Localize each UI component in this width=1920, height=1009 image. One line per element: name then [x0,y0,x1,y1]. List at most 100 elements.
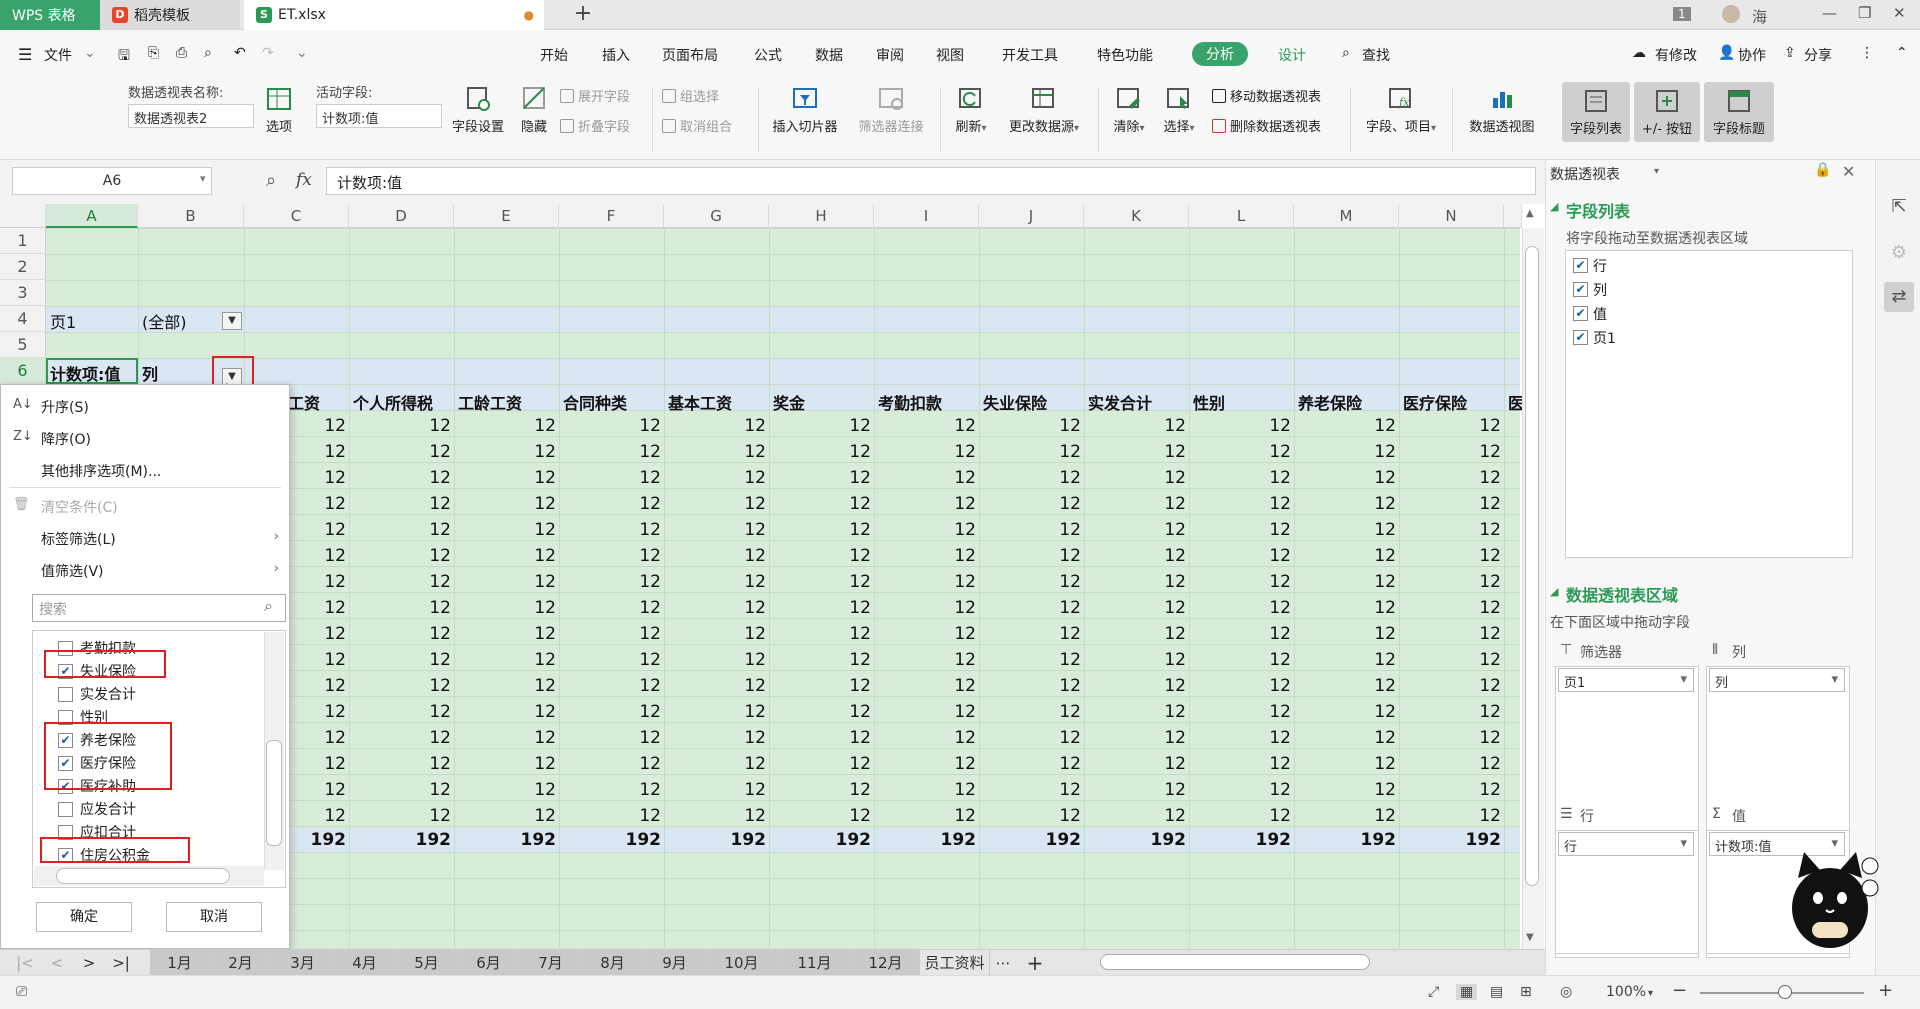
formula-input[interactable]: 计数项:值 [326,167,1536,195]
pivot-total-cell[interactable]: 192 [1001,830,1082,850]
filter-item-label[interactable]: 应发合计 [80,799,136,819]
pivot-cell[interactable]: 12 [791,624,871,644]
sheet-tab[interactable]: 6月 [458,950,520,976]
sheet-tab[interactable]: 员工资料 [920,950,990,976]
pivot-cell[interactable]: 12 [686,780,766,800]
pivot-cell[interactable]: 12 [1316,676,1396,696]
pivot-cell[interactable]: 12 [1316,520,1396,540]
pivot-cell[interactable]: 12 [896,676,976,696]
pivot-cell[interactable]: 12 [476,676,556,696]
column-header[interactable]: F [559,204,664,228]
list-scroll-thumb[interactable] [266,740,282,846]
pivot-cell[interactable]: 12 [1001,442,1081,462]
column-header[interactable]: K [1084,204,1189,228]
customize-toolbar-icon[interactable]: ⌄ [296,45,308,61]
pivot-total-cell[interactable]: 192 [686,830,767,850]
pivot-total-cell[interactable]: 192 [581,830,662,850]
pivot-cell[interactable]: 12 [896,780,976,800]
pivot-cell[interactable]: 12 [1106,442,1186,462]
pivot-cell[interactable]: 12 [1001,650,1081,670]
normal-view-icon[interactable]: ▦ [1456,984,1478,1000]
pivot-cell[interactable]: 12 [1211,676,1291,696]
menu-view[interactable]: 视图 [936,45,964,65]
menu-data[interactable]: 数据 [815,45,843,65]
column-header[interactable]: M [1294,204,1399,228]
pivot-cell[interactable]: 12 [581,676,661,696]
pivot-column-header[interactable]: 基本工资 [668,390,732,414]
ungroup-button[interactable]: 取消组合 [662,116,732,135]
pivot-cell[interactable]: 12 [791,572,871,592]
pivot-cell[interactable]: 12 [581,598,661,618]
pivot-cell[interactable]: 12 [1421,494,1501,514]
collapse-section-icon[interactable]: ◢ [1550,200,1558,213]
more-sheets-icon[interactable]: ⋯ [992,950,1014,976]
pivot-cell[interactable]: 12 [686,468,766,488]
filter-connect-button[interactable]: 筛选器连接 [852,86,930,135]
pivot-cell[interactable]: 12 [1421,416,1501,436]
pivot-cell[interactable]: 12 [1211,780,1291,800]
pivot-cell[interactable]: 12 [1421,598,1501,618]
pivot-cell[interactable]: 12 [686,806,766,826]
close-icon[interactable]: ✕ [1893,4,1906,22]
pivot-column-header[interactable]: 工龄工资 [458,390,522,414]
pivot-cell[interactable]: 12 [896,806,976,826]
pivot-cell[interactable]: 12 [896,624,976,644]
pivot-cell[interactable]: 12 [476,702,556,722]
pivot-cell[interactable]: 12 [1316,494,1396,514]
pivot-cell[interactable]: 12 [1421,442,1501,462]
pivot-cell[interactable]: 12 [791,806,871,826]
pivot-cell[interactable]: 12 [476,546,556,566]
pivot-cell[interactable]: 12 [686,650,766,670]
pivot-cell[interactable]: 12 [686,546,766,566]
zoom-out-icon[interactable]: − [1672,980,1687,1001]
filter-item-checkbox[interactable] [58,802,73,817]
row-header[interactable]: 1 [0,228,46,254]
pivot-cell[interactable]: 12 [371,624,451,644]
pivot-column-header[interactable]: 工资 [288,390,320,414]
pivot-cell[interactable]: 12 [1421,546,1501,566]
modified-status[interactable]: 有修改 [1655,45,1697,65]
refresh-button[interactable]: 刷新▾ [948,86,994,135]
pivot-cell[interactable]: 12 [1001,598,1081,618]
search-icon[interactable]: ⌕ [1342,45,1350,61]
pivot-cell[interactable]: 12 [1316,416,1396,436]
field-item-label[interactable]: 值 [1593,304,1607,324]
pivot-cell[interactable]: 12 [371,468,451,488]
pivot-total-cell[interactable]: 192 [1421,830,1502,850]
pivot-cell[interactable]: 12 [1001,754,1081,774]
row-header[interactable]: 5 [0,332,46,358]
pivot-cell[interactable]: 12 [371,754,451,774]
sheet-tab[interactable]: 3月 [272,950,334,976]
pivot-cell[interactable]: 12 [1106,624,1186,644]
pivot-cell[interactable]: 12 [1421,650,1501,670]
tab-template[interactable]: D 稻壳模板 [100,0,240,30]
pivot-cell[interactable]: 12 [1211,494,1291,514]
pivot-cell[interactable]: 12 [1211,468,1291,488]
pivot-cell[interactable]: 12 [1421,468,1501,488]
pivot-cell[interactable]: 12 [371,494,451,514]
last-sheet-icon[interactable]: >| [108,950,134,976]
pivot-cell[interactable]: 12 [896,650,976,670]
page-field-label[interactable]: 页1 [50,309,76,333]
field-checkbox[interactable]: ✔ [1573,306,1588,321]
pivot-column-header[interactable]: 失业保险 [983,390,1047,414]
redo-icon[interactable]: ↷ [262,45,274,61]
pivot-cell[interactable]: 12 [371,598,451,618]
search-icon[interactable]: ⌕ [264,596,273,616]
pivot-column-header[interactable]: 养老保险 [1298,390,1362,414]
pivot-cell[interactable]: 12 [476,598,556,618]
select-all-corner[interactable] [0,204,46,228]
move-pt-button[interactable]: 移动数据透视表 [1212,86,1321,105]
pivot-column-header[interactable]: 实发合计 [1088,390,1152,414]
pivot-cell[interactable]: 12 [896,754,976,774]
pivot-cell[interactable]: 12 [791,754,871,774]
tab-file[interactable]: S ET.xlsx ● [244,0,544,30]
pivot-cell[interactable]: 12 [1001,702,1081,722]
field-item-label[interactable]: 行 [1593,256,1607,276]
sheet-tab[interactable]: 4月 [334,950,396,976]
pivot-cell[interactable]: 12 [1211,520,1291,540]
pivot-cell[interactable]: 12 [476,442,556,462]
pivot-cell[interactable]: 12 [581,442,661,462]
chevron-down-icon[interactable]: ▾ [1654,166,1659,177]
macro-icon[interactable]: ⎚ [16,984,27,1000]
